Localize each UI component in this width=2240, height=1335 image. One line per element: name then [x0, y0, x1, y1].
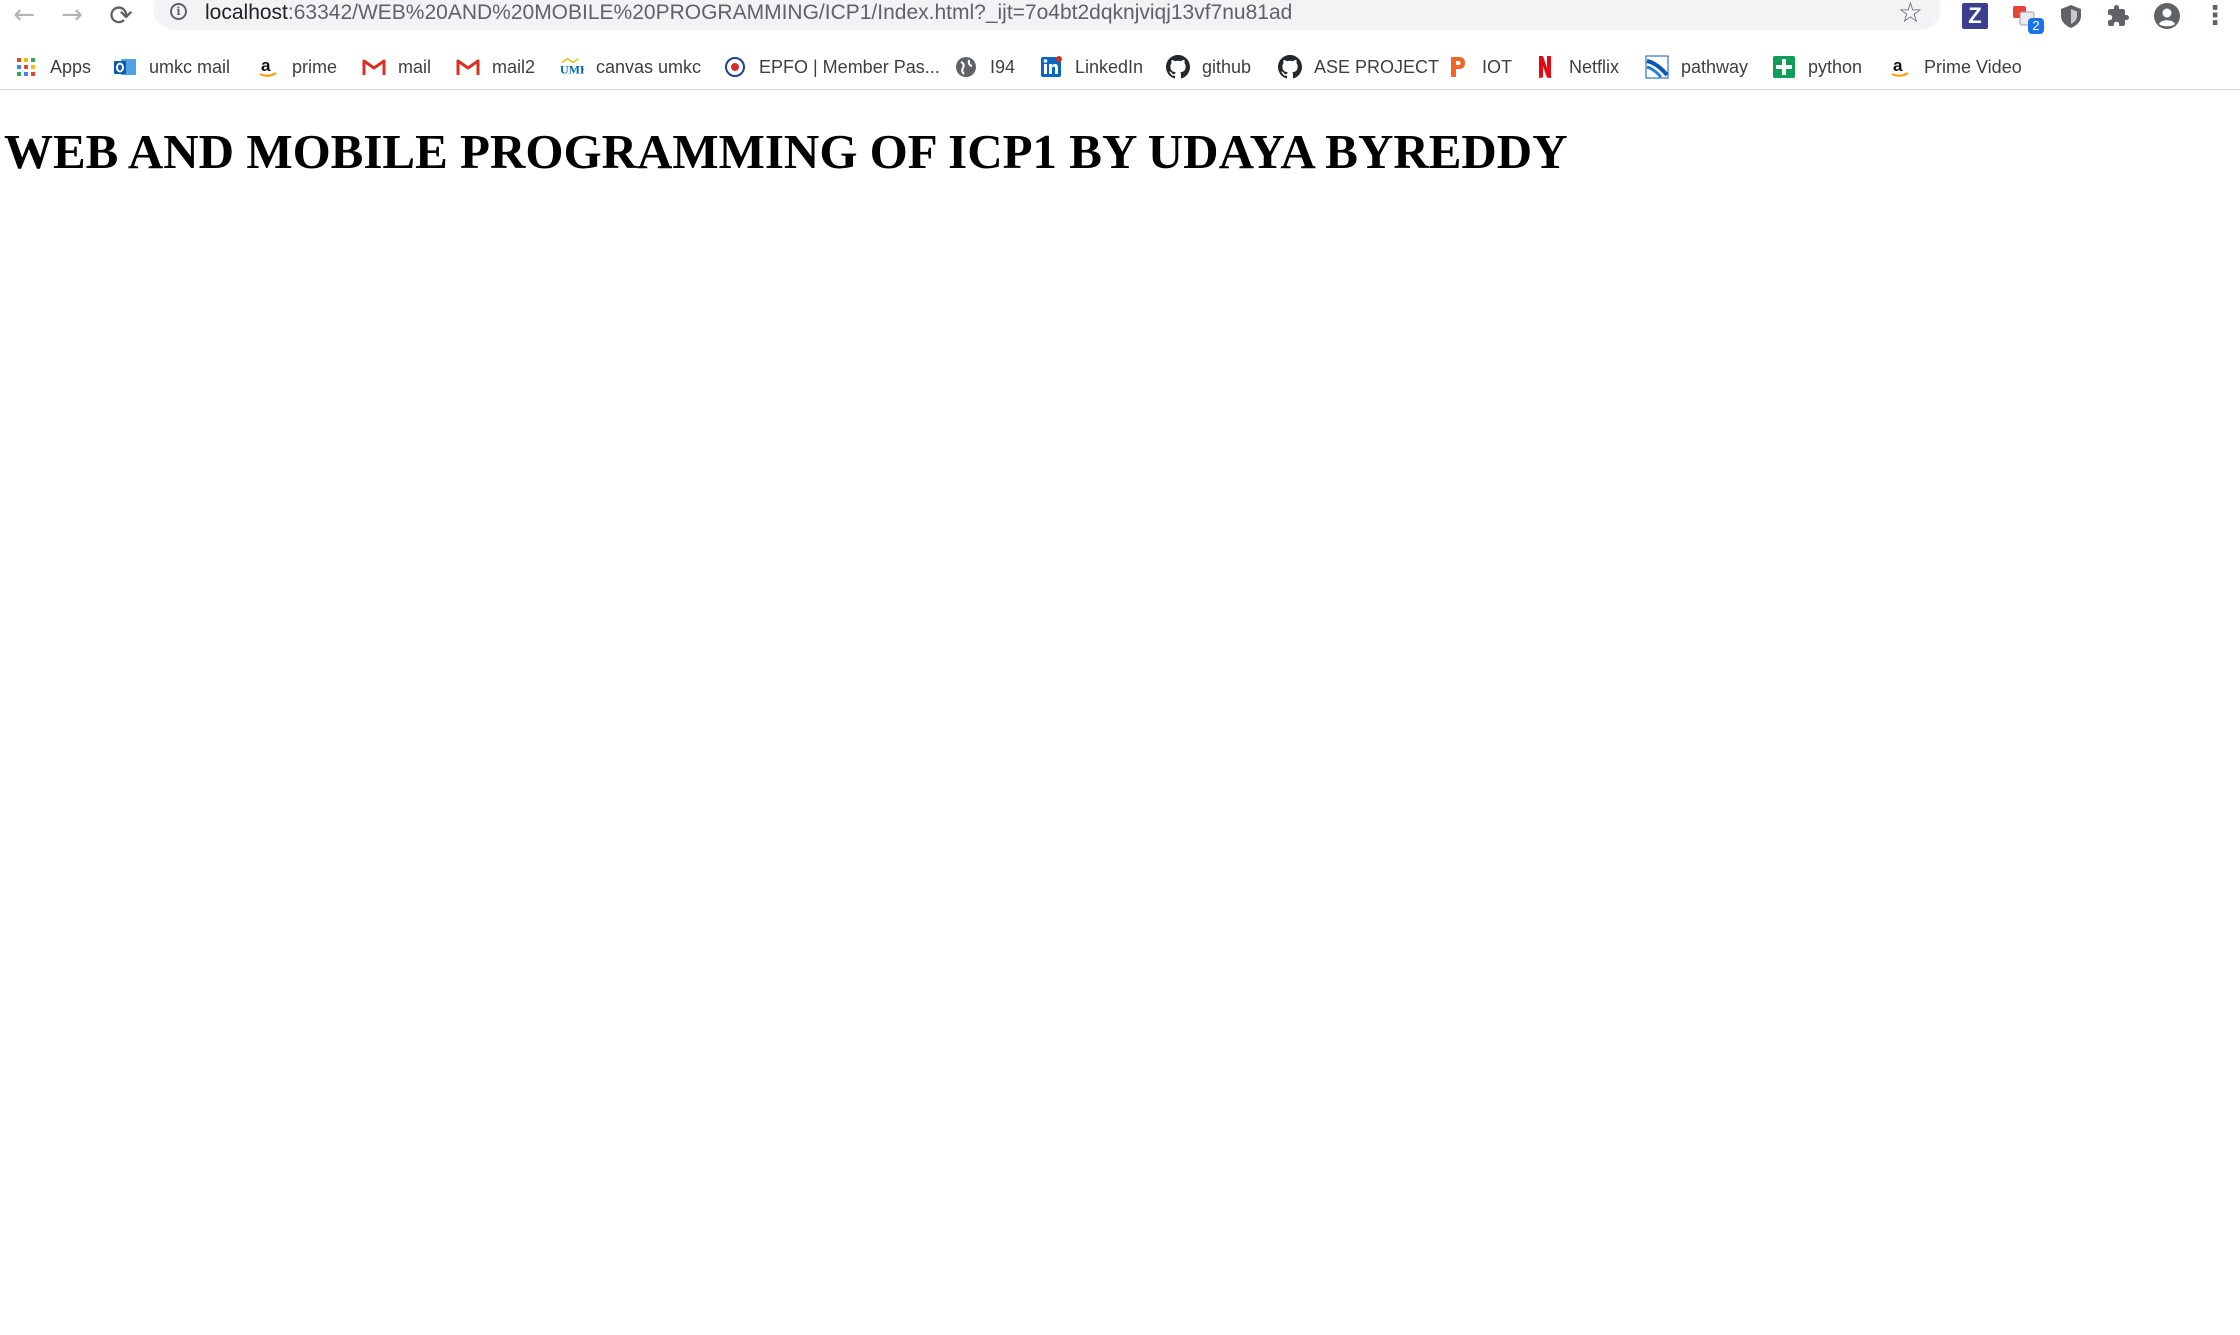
bookmark-label: IOT: [1482, 56, 1512, 77]
bookmark-iot[interactable]: IOT: [1446, 51, 1512, 83]
apps-grid-icon: [14, 55, 38, 79]
globe-icon: [954, 55, 978, 79]
bookmark-i94[interactable]: I94: [954, 51, 1015, 83]
bookmark-mail2[interactable]: mail2: [456, 51, 535, 83]
gmail-icon: [456, 55, 480, 79]
bookmark-epfo[interactable]: EPFO | Member Pas...: [723, 51, 940, 83]
translate-badge: 2: [2028, 18, 2044, 34]
url-text[interactable]: localhost:63342/WEB%20AND%20MOBILE%20PRO…: [205, 1, 1292, 25]
pathway-icon: [1645, 55, 1669, 79]
bookmark-canvas-umkc[interactable]: UMKC canvas umkc: [560, 51, 701, 83]
bookmark-label: umkc mail: [149, 56, 231, 77]
bookmark-label: github: [1202, 56, 1252, 77]
bookmark-label: Prime Video: [1924, 56, 2022, 77]
bookmark-prime-video[interactable]: a Prime Video: [1888, 51, 2022, 83]
reload-icon[interactable]: ⟳: [101, 0, 141, 32]
bookmark-label: mail2: [492, 56, 536, 77]
profile-avatar-icon[interactable]: [2152, 2, 2182, 30]
github-icon: [1166, 55, 1190, 79]
bookmark-label: python: [1808, 56, 1863, 77]
account-circle-icon: [2154, 3, 2180, 29]
site-info-icon[interactable]: i: [170, 3, 187, 20]
translate-extension-icon[interactable]: 2: [2010, 2, 2044, 34]
bookmark-pathway[interactable]: pathway: [1645, 51, 1748, 83]
p-logo-icon: [1446, 55, 1470, 79]
bookmark-github[interactable]: github: [1166, 51, 1251, 83]
gmail-icon: [362, 55, 386, 79]
netflix-icon: [1533, 55, 1557, 79]
outlook-icon: [113, 55, 137, 79]
bookmark-linkedin[interactable]: LinkedIn: [1039, 51, 1143, 83]
shield-extension-icon[interactable]: [2056, 2, 2086, 30]
bookmark-apps[interactable]: Apps: [14, 51, 91, 83]
bookmark-label: Apps: [50, 56, 92, 77]
bookmark-ase-project[interactable]: ASE PROJECT: [1278, 51, 1439, 83]
bookmark-python[interactable]: python: [1772, 51, 1862, 83]
zoom-extension-label: Z: [1962, 3, 1988, 29]
bookmark-label: Netflix: [1569, 56, 1620, 77]
bookmark-star-icon[interactable]: ☆: [1898, 0, 1923, 29]
amazon-icon: a: [256, 55, 280, 79]
bookmark-label: canvas umkc: [596, 56, 702, 77]
page-heading: WEB AND MOBILE PROGRAMMING OF ICP1 BY UD…: [4, 124, 1568, 179]
bookmark-label: EPFO | Member Pas...: [759, 56, 940, 77]
bookmark-label: LinkedIn: [1075, 56, 1144, 77]
umkc-icon: UMKC: [560, 55, 584, 79]
amazon-icon: a: [1888, 55, 1912, 79]
puzzle-icon: [2108, 5, 2129, 26]
linkedin-icon: [1039, 55, 1063, 79]
browser-toolbar: ← → ⟳ i localhost:63342/WEB%20AND%20MOBI…: [0, 0, 2240, 34]
bookmark-umkc-mail[interactable]: umkc mail: [113, 51, 230, 83]
browser-menu-icon[interactable]: ⋮: [2200, 1, 2230, 31]
url-host: localhost: [205, 1, 288, 24]
github-icon: [1278, 55, 1302, 79]
zoom-extension-icon[interactable]: Z: [1960, 2, 1990, 30]
bookmark-label: I94: [990, 56, 1016, 77]
bookmark-label: ASE PROJECT: [1314, 56, 1440, 77]
bookmark-label: pathway: [1681, 56, 1749, 77]
bookmark-label: prime: [292, 56, 338, 77]
bookmark-netflix[interactable]: Netflix: [1533, 51, 1619, 83]
url-path: :63342/WEB%20AND%20MOBILE%20PROGRAMMING/…: [287, 1, 1293, 24]
extensions-puzzle-icon[interactable]: [2103, 2, 2133, 30]
bookmark-mail[interactable]: mail: [362, 51, 431, 83]
svg-text:a: a: [1893, 56, 1903, 75]
address-bar[interactable]: i localhost:63342/WEB%20AND%20MOBILE%20P…: [153, 0, 1941, 30]
forward-arrow-icon[interactable]: →: [52, 0, 92, 30]
plus-square-icon: [1772, 55, 1796, 79]
epfo-icon: [723, 55, 747, 79]
bookmark-prime[interactable]: a prime: [256, 51, 337, 83]
svg-text:UMKC: UMKC: [560, 62, 584, 76]
svg-text:a: a: [261, 56, 271, 75]
back-arrow-icon[interactable]: ←: [4, 0, 44, 30]
shield-icon: [2061, 5, 2081, 28]
bookmark-label: mail: [398, 56, 432, 77]
bookmarks-bar: Apps umkc mail a prime mail mail2 UM can…: [0, 44, 2240, 90]
